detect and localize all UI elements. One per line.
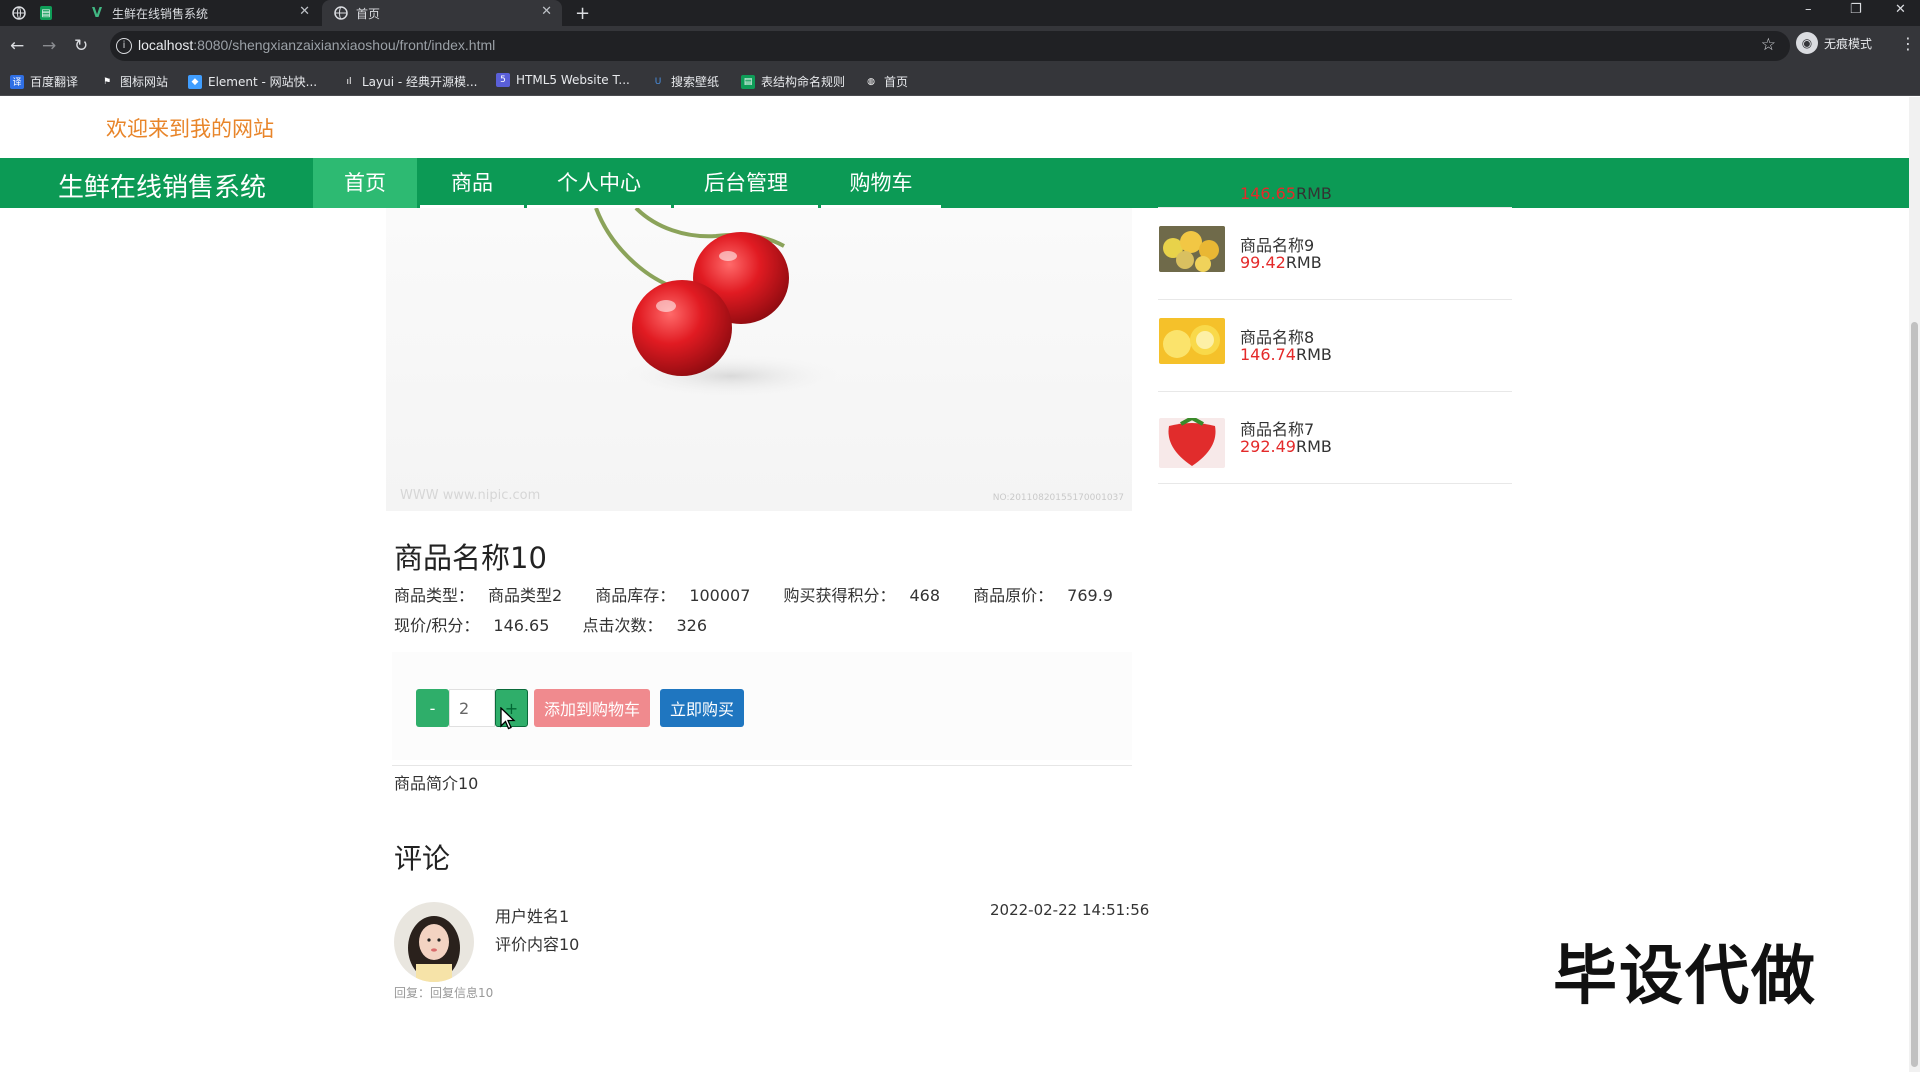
bookmarks-bar: 译百度翻译 ⚑ 图标网站 ◆ Element - 网站快... ıl Layui - … [0,66,1920,96]
product-thumbnail[interactable] [1159,418,1225,468]
tab-home[interactable]: 首页 ✕ [322,0,562,26]
bookmark-layui[interactable]: ıl Layui - 经典开源模... [342,73,477,90]
tab-title: 生鲜在线销售系统 [112,6,209,21]
chrome-globe-icon[interactable] [12,0,30,26]
tab-shop-system[interactable]: V 生鲜在线销售系统 ✕ [70,0,320,26]
url-text: localhost:8080/shengxianzaixianxiaoshou/… [138,37,496,53]
incognito-icon: ◉ [1796,32,1818,54]
close-tab-icon[interactable]: ✕ [541,4,552,19]
page-scrollbar[interactable] [1909,97,1920,1072]
comments-title: 评论 [394,842,451,875]
site-info-icon[interactable]: i [116,38,132,54]
list-item[interactable]: 商品名称8 146.74RMB [1158,300,1512,392]
new-tab-button[interactable]: + [575,0,590,26]
address-bar[interactable]: i localhost:8080/shengxianzaixianxiaosho… [110,31,1790,61]
site-brand[interactable]: 生鲜在线销售系统 [58,167,266,204]
image-watermark-id: NO:20110820155170001037 [992,493,1124,503]
overlay-stamp: 毕设代做 [1553,940,1817,1014]
forward-arrow-icon[interactable]: → [42,37,56,55]
incognito-profile[interactable]: ◉ 无痕模式 [1796,32,1872,54]
reload-icon[interactable]: ↻ [74,37,88,55]
bookmark-star-icon[interactable]: ☆ [1761,35,1776,55]
pinned-tab-sheet-icon[interactable]: ▤ [40,0,60,26]
list-item[interactable]: 商品名称9 99.42RMB [1158,208,1512,300]
comment-user: 用户姓名1 [495,907,570,926]
html5-icon: 5 [496,73,510,87]
image-watermark: WWW www.nipic.com [400,488,541,503]
bookmark-naming-rules[interactable]: ▤ 表结构命名规则 [741,73,845,90]
globe-icon: ◍ [867,76,875,87]
item-price: 146.74RMB [1240,345,1332,364]
browser-tab-bar: ▤ V 生鲜在线销售系统 ✕ 首页 ✕ + – ❐ ✕ [0,0,1920,26]
main-nav: 生鲜在线销售系统 首页 商品 个人中心 后台管理 购物车 [0,158,1909,208]
product-meta-row: 商品类型： 商品类型2 商品库存： 100007 购买获得积分： 468 商品原价： 7… [394,586,1113,605]
product-thumbnail[interactable] [1159,318,1225,364]
list-item[interactable]: 商品名称7 292.49RMB [1158,392,1512,484]
close-window-icon[interactable]: ✕ [1895,2,1906,17]
product-title: 商品名称10 [394,541,547,575]
avatar [394,902,474,982]
translate-icon: 译 [10,74,24,89]
back-arrow-icon[interactable]: ← [10,37,24,55]
item-price: 292.49RMB [1240,437,1332,456]
nav-personal-center[interactable]: 个人中心 [527,158,671,208]
bookmark-baidu-translate[interactable]: 译百度翻译 [10,73,78,90]
bookmark-html5[interactable]: 5 HTML5 Website T... [496,73,630,87]
item-price: 146.65RMB [1240,184,1332,203]
restore-icon[interactable]: ❐ [1850,2,1862,17]
add-to-cart-button[interactable]: 添加到购物车 [534,689,650,727]
cherries-image [594,208,841,398]
browser-menu-icon[interactable]: ⋮ [1900,36,1916,52]
welcome-text: 欢迎来到我的网站 [106,117,274,141]
flag-icon: ⚑ [102,76,112,87]
sheet-icon: ▤ [741,74,755,89]
layui-logo-icon: ıl [346,76,352,87]
nav-home[interactable]: 首页 [313,158,417,208]
tab-title: 首页 [356,6,381,21]
nav-admin[interactable]: 后台管理 [674,158,818,208]
page-viewport: 欢迎来到我的网站 生鲜在线销售系统 首页 商品 个人中心 后台管理 购物车 WW… [0,97,1909,1072]
close-tab-icon[interactable]: ✕ [299,4,310,19]
bookmark-icon-site[interactable]: ⚑ 图标网站 [100,73,168,90]
mouse-cursor-icon [500,707,516,730]
product-thumbnail[interactable] [1159,226,1225,272]
bookmark-element[interactable]: ◆ Element - 网站快... [188,73,317,90]
product-price-row: 现价/积分： 146.65 点击次数： 326 [394,616,708,635]
vue-icon: V [91,5,103,21]
profile-label: 无痕模式 [1824,36,1873,51]
buy-now-button[interactable]: 立即购买 [660,689,744,727]
bookmark-wallpaper[interactable]: U 搜索壁纸 [651,73,719,90]
globe-icon [334,6,348,20]
scrollbar-thumb[interactable] [1911,322,1918,1067]
comment-reply: 回复：回复信息10 [394,986,494,1000]
bookmark-home[interactable]: ◍ 首页 [864,73,908,90]
comment-time: 2022-02-22 14:51:56 [990,901,1150,919]
section-divider [392,765,1132,766]
quantity-input[interactable]: 2 [449,689,495,727]
list-item[interactable]: 146.65RMB [1158,116,1512,208]
browser-toolbar: ← → ↻ i localhost:8080/shengxianzaixianx… [0,26,1920,66]
item-price: 99.42RMB [1240,253,1322,272]
element-logo-icon: ◆ [188,74,202,89]
wallpaper-icon: U [654,76,662,87]
quantity-minus-button[interactable]: - [416,689,449,727]
product-intro: 商品简介10 [394,774,479,793]
minimize-icon[interactable]: – [1805,2,1812,17]
comment-content: 评价内容10 [495,935,580,954]
nav-products[interactable]: 商品 [420,158,524,208]
product-image: WWW www.nipic.com NO:2011082015517000103… [386,208,1132,511]
nav-cart[interactable]: 购物车 [821,158,941,208]
